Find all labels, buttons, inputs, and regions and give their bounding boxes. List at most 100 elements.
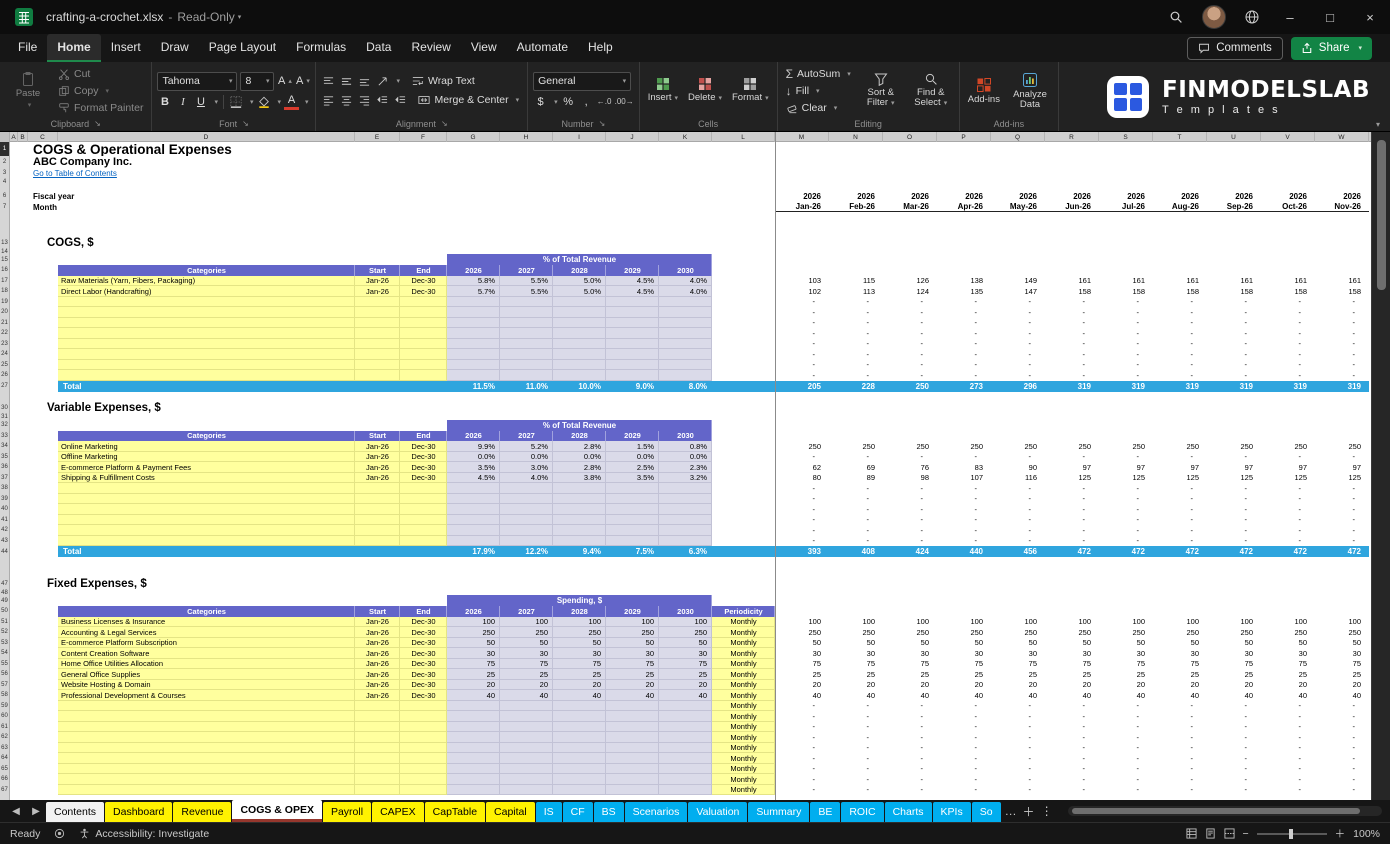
month-value[interactable]: - [1261,774,1315,785]
value-cell[interactable] [606,307,659,318]
month-value[interactable]: - [1099,504,1153,515]
month-value[interactable]: - [1207,349,1261,360]
month-value[interactable]: 125 [1261,473,1315,484]
value-cell[interactable] [606,764,659,775]
value-cell[interactable] [553,515,606,526]
month-value[interactable]: 100 [775,617,829,628]
value-cell[interactable] [659,701,712,712]
month-value[interactable]: - [775,764,829,775]
category-cell[interactable] [58,483,355,494]
value-cell[interactable]: 4.5% [606,276,659,287]
row-header-32[interactable]: 32 [0,420,10,431]
value-cell[interactable] [447,494,500,505]
end-cell[interactable]: Dec-30 [400,286,447,297]
month-value[interactable]: - [1153,307,1207,318]
month-value[interactable]: - [1315,515,1369,526]
category-cell[interactable] [58,349,355,360]
value-cell[interactable] [500,525,553,536]
category-cell[interactable]: Home Office Utilities Allocation [58,659,355,670]
month-value[interactable]: - [775,339,829,350]
row-header-47[interactable]: 47 [0,577,10,590]
value-cell[interactable] [447,339,500,350]
month-value[interactable]: - [1207,370,1261,381]
value-cell[interactable] [659,339,712,350]
value-cell[interactable] [553,349,606,360]
month-value[interactable]: - [829,753,883,764]
sheet-tab-captable[interactable]: CapTable [425,802,485,822]
col-header-year[interactable]: 2029 [606,606,659,617]
month-value[interactable]: 40 [829,690,883,701]
category-cell[interactable]: Business Licenses & Insurance [58,617,355,628]
value-cell[interactable] [606,515,659,526]
month-value[interactable]: 50 [1315,638,1369,649]
month-value[interactable]: - [937,711,991,722]
value-cell[interactable]: 75 [447,659,500,670]
value-cell[interactable] [500,536,553,547]
column-header-I[interactable]: I [553,132,606,142]
insert-cells-button[interactable]: Insert▾ [645,75,681,106]
periodicity-cell[interactable]: Monthly [712,627,775,638]
zoom-level[interactable]: 100% [1353,828,1380,840]
value-cell[interactable]: 3.5% [447,462,500,473]
value-cell[interactable] [659,318,712,329]
month-value[interactable]: 40 [1153,690,1207,701]
col-header-year[interactable]: 2027 [500,265,553,276]
month-value[interactable]: - [829,370,883,381]
month-value[interactable]: 30 [775,648,829,659]
delete-cells-button[interactable]: Delete▾ [685,75,725,106]
row-header-34[interactable]: 34 [0,441,10,452]
col-header-start[interactable]: Start [355,431,400,442]
paste-button[interactable]: Paste▾ [5,69,51,113]
category-cell[interactable] [58,360,355,371]
month-value[interactable]: 40 [1099,690,1153,701]
value-cell[interactable]: 0.0% [553,452,606,463]
addins-button[interactable]: Add-ins [965,75,1003,107]
start-cell[interactable]: Jan-26 [355,669,400,680]
end-cell[interactable]: Dec-30 [400,690,447,701]
month-value[interactable]: - [829,349,883,360]
month-value[interactable]: - [991,318,1045,329]
start-cell[interactable] [355,339,400,350]
month-value[interactable]: 97 [1207,462,1261,473]
value-cell[interactable] [553,318,606,329]
month-value[interactable]: 250 [937,441,991,452]
month-value[interactable]: - [1315,307,1369,318]
row-header-65[interactable]: 65 [0,764,10,775]
vertical-scrollbar-thumb[interactable] [1377,140,1386,290]
month-value[interactable]: 20 [1099,680,1153,691]
value-cell[interactable] [447,722,500,733]
month-value[interactable]: - [775,536,829,547]
start-cell[interactable]: Jan-26 [355,276,400,287]
month-value[interactable]: - [1045,536,1099,547]
start-cell[interactable]: Jan-26 [355,690,400,701]
month-value[interactable]: - [883,774,937,785]
menu-formulas[interactable]: Formulas [286,34,356,62]
value-cell[interactable] [659,785,712,796]
value-cell[interactable] [500,722,553,733]
month-value[interactable]: - [829,743,883,754]
month-value[interactable]: 250 [1099,441,1153,452]
periodicity-cell[interactable]: Monthly [712,722,775,733]
row-header-23[interactable]: 23 [0,339,10,350]
month-value[interactable]: - [1207,701,1261,712]
start-cell[interactable]: Jan-26 [355,473,400,484]
month-value[interactable]: - [775,360,829,371]
month-value[interactable]: - [829,515,883,526]
month-value[interactable]: - [1315,349,1369,360]
month-value[interactable]: - [1315,711,1369,722]
month-value[interactable]: - [1045,370,1099,381]
value-cell[interactable]: 4.0% [659,276,712,287]
row-header-1[interactable]: 1 [0,142,10,156]
value-cell[interactable]: 2.5% [606,462,659,473]
end-cell[interactable]: Dec-30 [400,473,447,484]
month-value[interactable]: - [775,774,829,785]
month-value[interactable]: - [937,328,991,339]
month-value[interactable]: - [1045,722,1099,733]
sheet-tab-payroll[interactable]: Payroll [323,802,371,822]
underline-button[interactable]: U [193,94,208,110]
month-value[interactable]: 250 [829,627,883,638]
start-cell[interactable] [355,525,400,536]
grow-font-button[interactable]: A▴ [277,73,292,89]
start-cell[interactable] [355,753,400,764]
month-value[interactable]: - [829,297,883,308]
